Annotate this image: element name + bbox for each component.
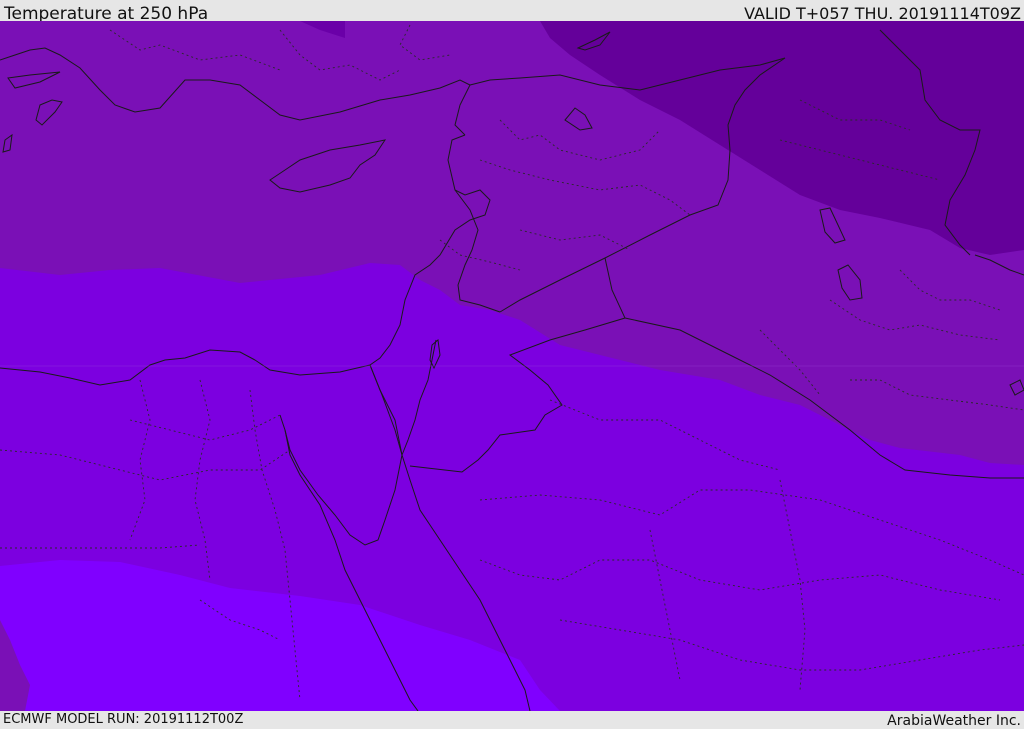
temperature-map[interactable] xyxy=(0,21,1024,711)
model-run-label: ECMWF MODEL RUN: 20191112T00Z xyxy=(3,712,244,727)
map-canvas xyxy=(0,21,1024,711)
header-bar: Temperature at 250 hPa VALID T+057 THU. … xyxy=(0,0,1024,24)
footer-bar: ECMWF MODEL RUN: 20191112T00Z ArabiaWeat… xyxy=(0,711,1024,729)
credit-label: ArabiaWeather Inc. xyxy=(887,713,1021,729)
